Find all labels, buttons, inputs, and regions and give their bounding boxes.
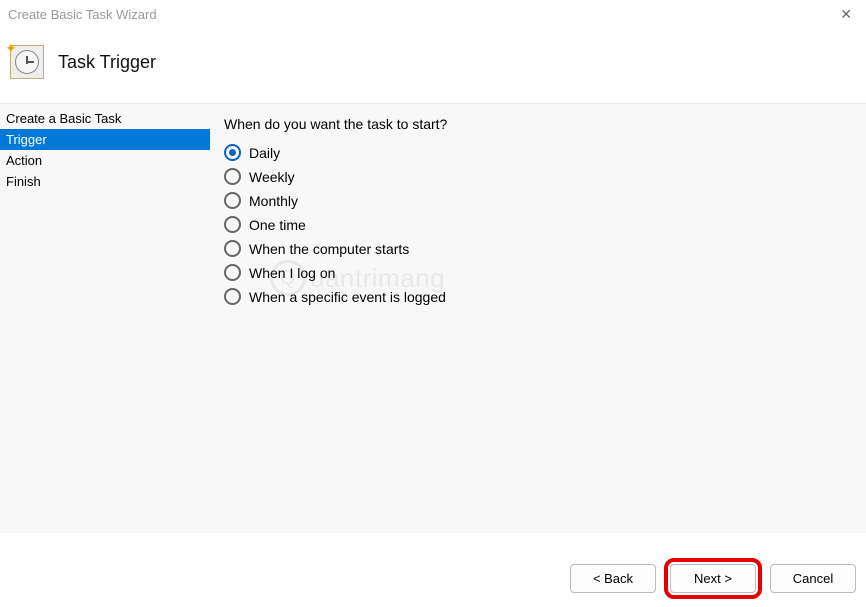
task-scheduler-icon: ✦ xyxy=(10,45,44,79)
option-log-on[interactable]: When I log on xyxy=(224,264,852,281)
option-label: When a specific event is logged xyxy=(249,289,446,305)
option-label: One time xyxy=(249,217,306,233)
option-monthly[interactable]: Monthly xyxy=(224,192,852,209)
radio-icon xyxy=(224,144,241,161)
sidebar-item-finish[interactable]: Finish xyxy=(0,171,210,192)
sidebar-item-label: Trigger xyxy=(6,132,47,147)
sidebar-item-label: Action xyxy=(6,153,42,168)
next-button[interactable]: Next > xyxy=(670,564,756,593)
window-title: Create Basic Task Wizard xyxy=(8,7,157,22)
option-label: Daily xyxy=(249,145,280,161)
radio-icon xyxy=(224,216,241,233)
sidebar-item-action[interactable]: Action xyxy=(0,150,210,171)
radio-icon xyxy=(224,168,241,185)
radio-icon xyxy=(224,264,241,281)
page-title: Task Trigger xyxy=(58,52,156,73)
option-daily[interactable]: Daily xyxy=(224,144,852,161)
radio-icon xyxy=(224,192,241,209)
option-weekly[interactable]: Weekly xyxy=(224,168,852,185)
titlebar: Create Basic Task Wizard ✕ xyxy=(0,0,866,27)
radio-icon xyxy=(224,240,241,257)
back-button[interactable]: < Back xyxy=(570,564,656,593)
option-computer-starts[interactable]: When the computer starts xyxy=(224,240,852,257)
option-specific-event[interactable]: When a specific event is logged xyxy=(224,288,852,305)
next-button-highlight: Next > xyxy=(664,558,762,599)
option-label: Weekly xyxy=(249,169,295,185)
option-one-time[interactable]: One time xyxy=(224,216,852,233)
wizard-steps-sidebar: Create a Basic Task Trigger Action Finis… xyxy=(0,104,210,533)
wizard-body: Create a Basic Task Trigger Action Finis… xyxy=(0,103,866,533)
cancel-button[interactable]: Cancel xyxy=(770,564,856,593)
option-label: Monthly xyxy=(249,193,298,209)
sidebar-item-label: Finish xyxy=(6,174,41,189)
option-label: When the computer starts xyxy=(249,241,409,257)
sidebar-item-trigger[interactable]: Trigger xyxy=(0,129,210,150)
option-label: When I log on xyxy=(249,265,335,281)
wizard-content: When do you want the task to start? Dail… xyxy=(210,104,866,533)
close-icon[interactable]: ✕ xyxy=(836,6,856,23)
sidebar-item-label: Create a Basic Task xyxy=(6,111,121,126)
radio-icon xyxy=(224,288,241,305)
sidebar-item-create-basic-task[interactable]: Create a Basic Task xyxy=(0,108,210,129)
wizard-header: ✦ Task Trigger xyxy=(0,27,866,103)
wizard-footer: < Back Next > Cancel xyxy=(570,558,856,599)
trigger-prompt: When do you want the task to start? xyxy=(224,116,852,132)
trigger-options: Daily Weekly Monthly One time When the c… xyxy=(224,144,852,305)
